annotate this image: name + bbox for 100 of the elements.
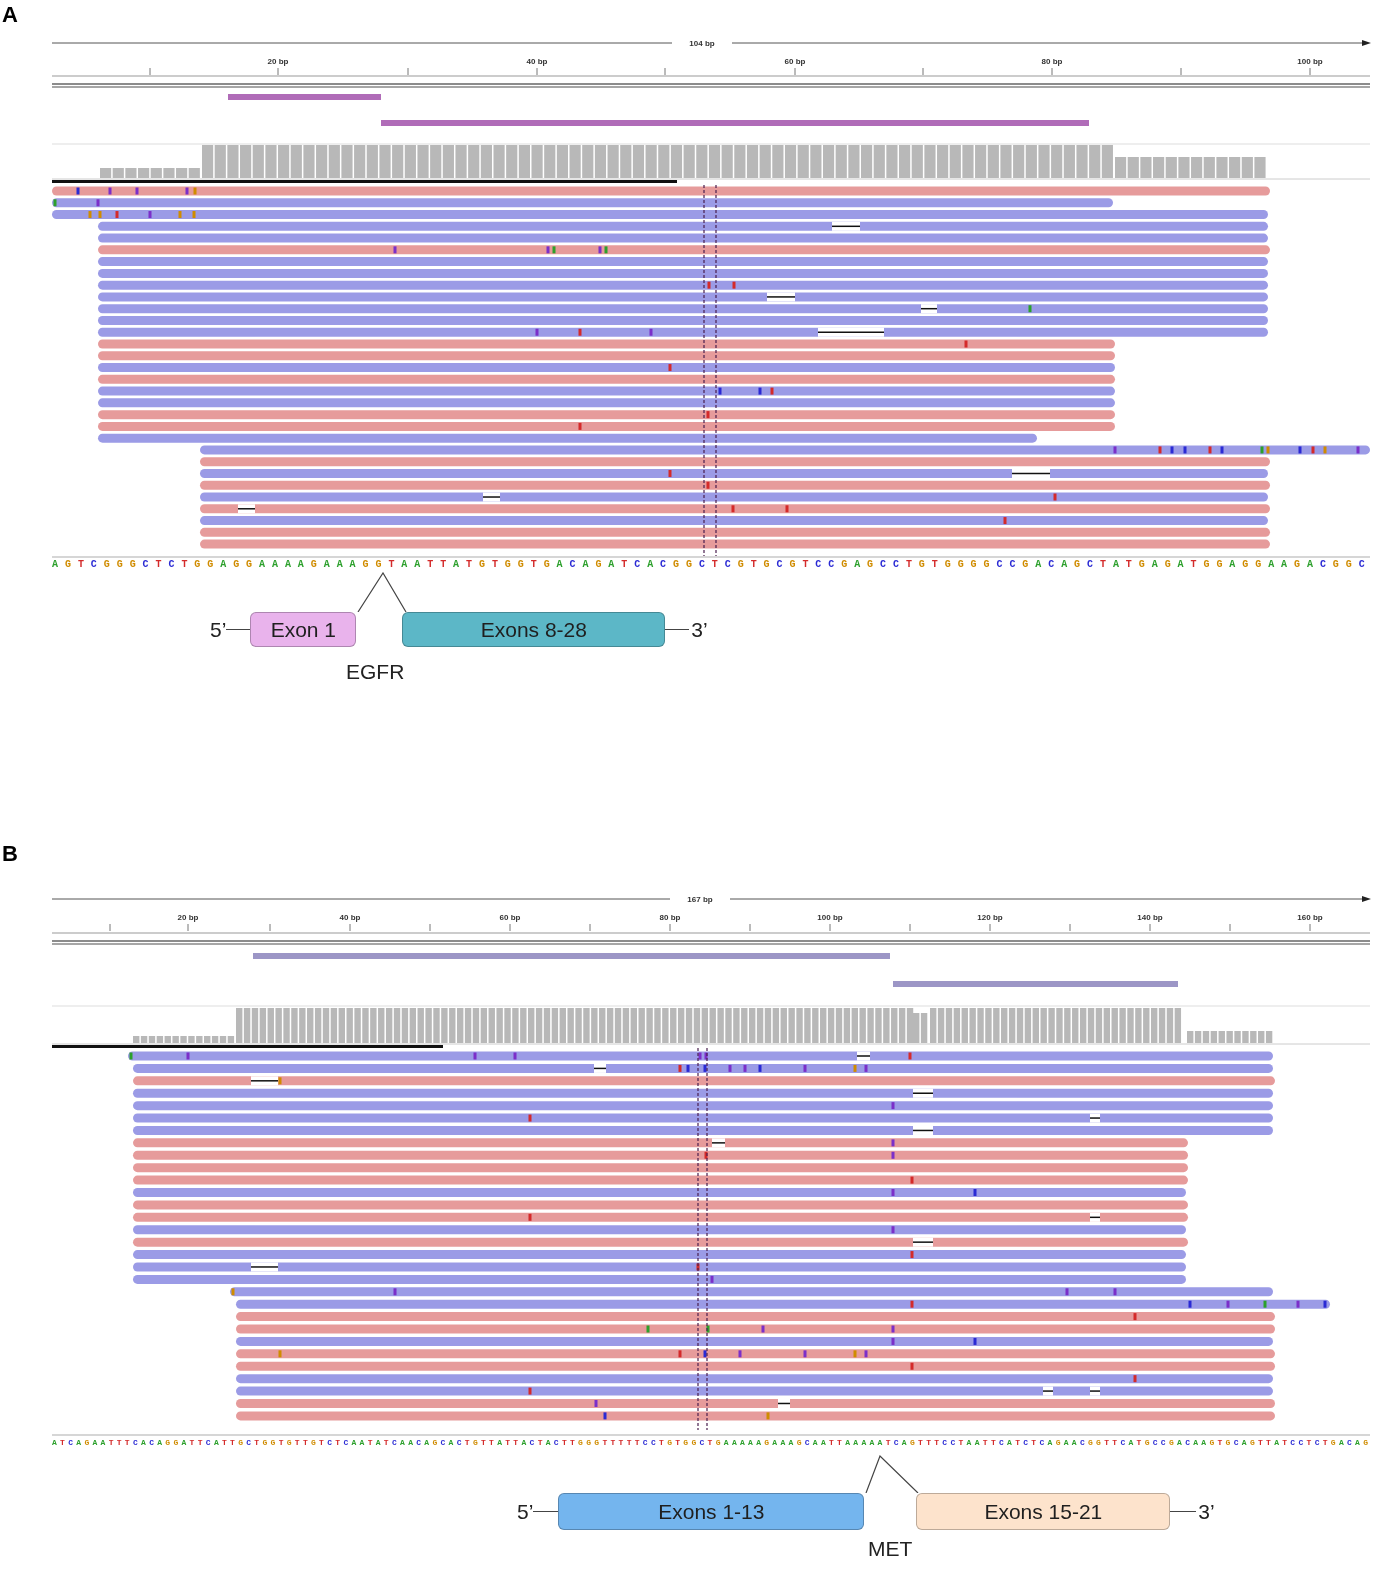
deletion-gap (912, 1125, 934, 1135)
junction-connector (864, 1455, 920, 1493)
mismatch-mark (706, 411, 710, 419)
gene-backbone-line (1170, 1510, 1197, 1513)
mismatch-mark (668, 364, 672, 372)
mismatch-mark (710, 1275, 714, 1283)
tick-label: 60 bp (499, 913, 521, 922)
mismatch-mark (732, 281, 736, 289)
mismatch-mark (1113, 446, 1117, 454)
mismatch-mark (758, 1064, 762, 1072)
mismatch-mark (766, 1412, 770, 1420)
tick-label: 80 bp (1041, 57, 1063, 66)
deletion-gap (593, 1063, 607, 1073)
mismatch-mark (1188, 1300, 1192, 1308)
mismatch-mark (973, 1189, 977, 1196)
mismatch-mark (678, 1350, 682, 1358)
mismatch-mark (1263, 1300, 1267, 1308)
deletion-gap (482, 492, 501, 502)
deletion-gap (817, 327, 885, 337)
mismatch-mark (696, 1263, 700, 1271)
mismatch-mark (668, 470, 672, 477)
gene-name-label: EGFR (346, 660, 405, 683)
mismatch-mark (186, 1052, 190, 1060)
mismatch-mark (910, 1251, 914, 1259)
tick-label: 100 bp (1297, 57, 1323, 66)
mismatch-mark (528, 1213, 532, 1221)
five-prime-label: 5’ (210, 619, 227, 640)
deletion-gap (920, 304, 938, 314)
tick-label: 20 bp (177, 913, 199, 922)
deletion-gap (856, 1051, 871, 1061)
mismatch-mark (908, 1052, 912, 1060)
tick-label: 100 bp (817, 913, 843, 922)
gene-backbone-line (226, 628, 251, 631)
span-label: 167 bp (687, 895, 713, 904)
mismatch-mark (1113, 1288, 1117, 1296)
mismatch-mark (1003, 517, 1007, 525)
mismatch-mark (891, 1226, 895, 1234)
mismatch-mark (738, 1350, 742, 1358)
mismatch-mark (53, 199, 57, 207)
tick-label: 120 bp (977, 913, 1003, 922)
tick-label: 20 bp (267, 57, 289, 66)
mismatch-mark (728, 1064, 732, 1072)
tick-label: 40 bp (339, 913, 361, 922)
mismatch-mark (891, 1189, 895, 1196)
mismatch-mark (706, 1325, 710, 1333)
mismatch-mark (910, 1176, 914, 1184)
deletion-gap (912, 1237, 934, 1247)
tick-label: 60 bp (784, 57, 806, 66)
panel-label: B (2, 841, 18, 866)
tick-label: 140 bp (1137, 913, 1163, 922)
tick-label: 80 bp (659, 913, 681, 922)
mismatch-mark (528, 1387, 532, 1395)
three-prime-label: 3’ (691, 619, 708, 640)
mismatch-mark (135, 187, 139, 195)
mismatch-mark (1298, 446, 1302, 454)
mismatch-mark (513, 1052, 517, 1060)
deletion-gap (237, 504, 256, 514)
mismatch-mark (393, 1288, 397, 1296)
deletion-gap (1089, 1113, 1101, 1123)
mismatch-mark (278, 1350, 282, 1358)
mismatch-mark (743, 1064, 747, 1072)
mismatch-mark (964, 340, 968, 348)
mismatch-mark (1226, 1300, 1230, 1308)
tick-label: 40 bp (526, 57, 548, 66)
exon-box: Exons 1-13 (558, 1493, 865, 1530)
mismatch-mark (1133, 1375, 1137, 1383)
mismatch-mark (148, 211, 152, 219)
mismatch-mark (718, 387, 722, 395)
mismatch-mark (1323, 1300, 1327, 1308)
deletion-gap (1042, 1386, 1054, 1396)
deletion-gap (766, 292, 796, 302)
mismatch-mark (473, 1052, 477, 1060)
deletion-gap (250, 1262, 279, 1272)
gene-backbone-line (533, 1510, 559, 1513)
mismatch-mark (178, 211, 182, 219)
deletion-gap (1089, 1386, 1101, 1396)
deletion-gap (1011, 469, 1051, 478)
mismatch-mark (1296, 1300, 1300, 1308)
exon-box: Exon 1 (250, 612, 357, 647)
mismatch-mark (192, 211, 196, 219)
deletion-gap (1089, 1212, 1101, 1222)
mismatch-mark (1356, 446, 1360, 454)
mismatch-mark (129, 1052, 133, 1060)
span-label: 104 bp (689, 39, 715, 48)
mismatch-mark (707, 281, 711, 289)
mismatch-mark (76, 187, 80, 195)
exon-box: Exons 15-21 (916, 1493, 1171, 1530)
mismatch-mark (115, 211, 119, 219)
deletion-gap (777, 1399, 791, 1408)
mismatch-mark (1028, 305, 1032, 313)
mismatch-mark (973, 1337, 977, 1345)
gene-backbone-line (665, 628, 690, 631)
mismatch-mark (1065, 1288, 1069, 1296)
mismatch-mark (803, 1350, 807, 1358)
three-prime-label: 3’ (1198, 1501, 1215, 1522)
exon-box: Exons 8-28 (402, 612, 666, 647)
mismatch-mark (528, 1114, 532, 1122)
deletion-gap (711, 1138, 726, 1148)
mismatch-mark (1183, 446, 1187, 454)
mismatch-mark (231, 1288, 235, 1296)
